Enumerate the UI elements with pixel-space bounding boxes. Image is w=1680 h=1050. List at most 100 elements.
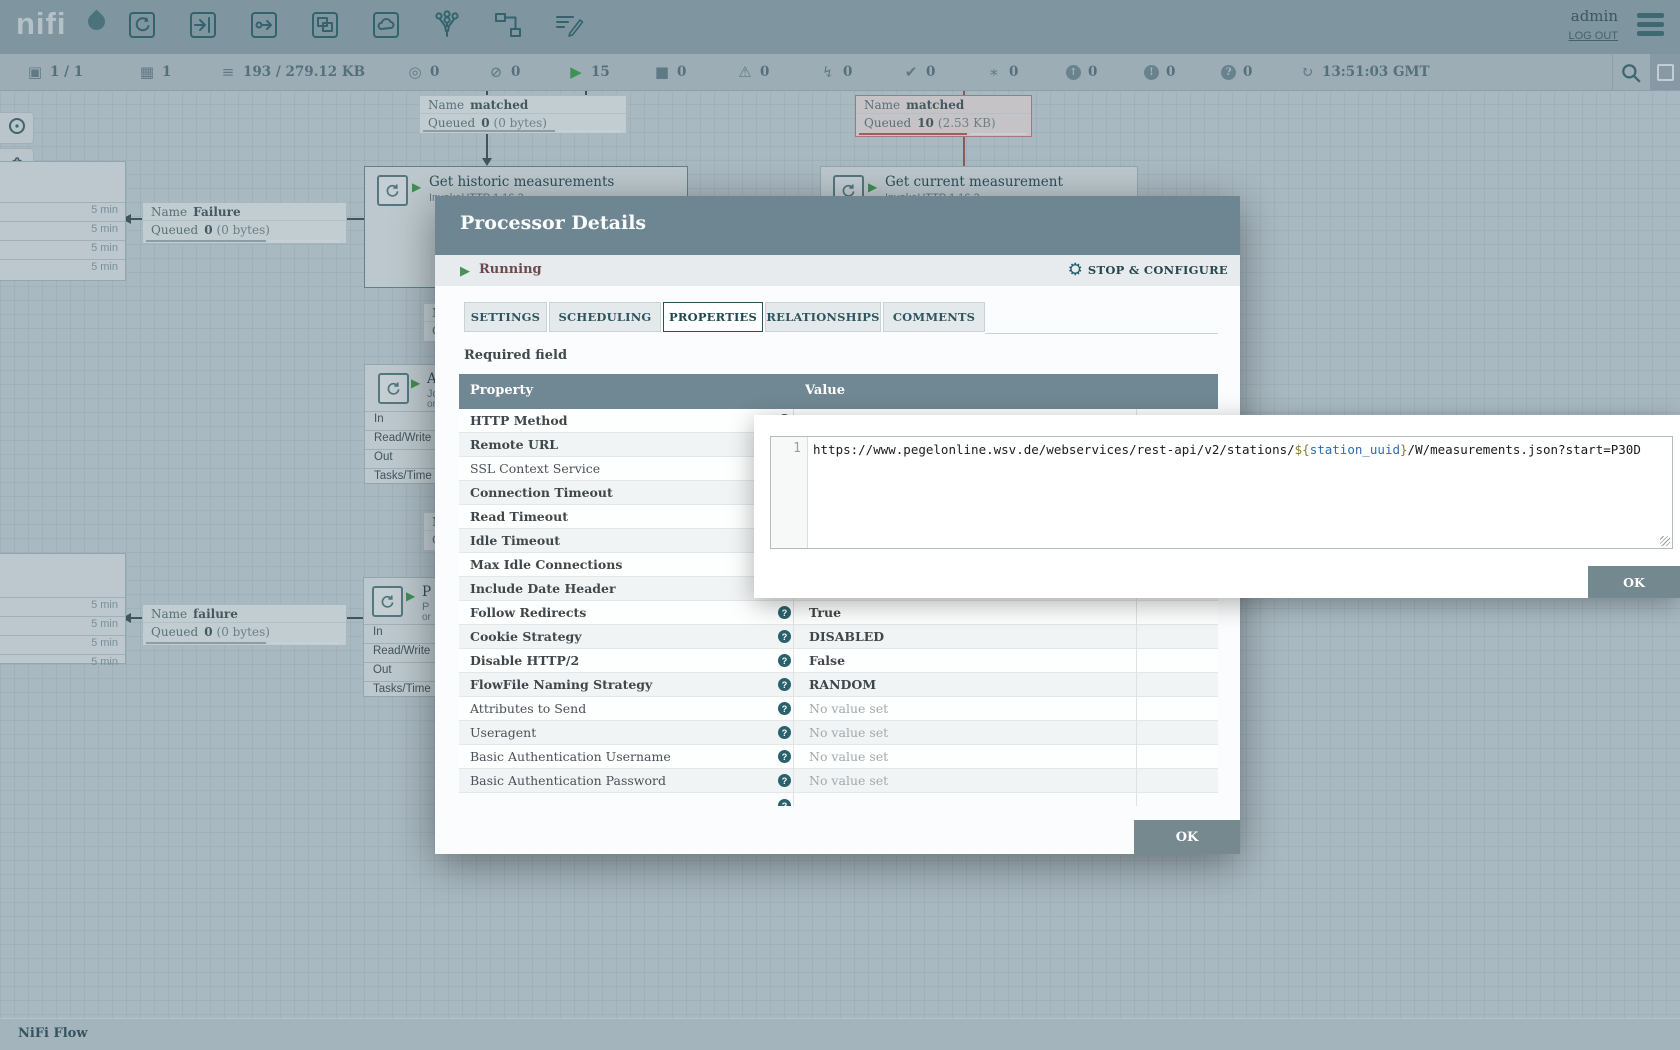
output-port-icon[interactable] <box>247 9 281 41</box>
connection-label-matched[interactable]: Namematched Queued0(0 bytes) <box>419 95 627 134</box>
flow-status-panel-button[interactable] <box>1650 54 1680 90</box>
table-row: Disable HTTP/2? False <box>459 649 1218 673</box>
stat-window-label: 5 min <box>0 616 125 635</box>
nifi-logo: nifi <box>16 6 67 42</box>
connection-label-failure[interactable]: NameFailure Queued0(0 bytes) <box>142 202 347 244</box>
processor-partial[interactable]: 5 min5 min5 min5 min <box>0 553 126 664</box>
help-icon[interactable]: ? <box>778 726 791 739</box>
property-value: No value set <box>809 701 888 716</box>
help-icon[interactable]: ? <box>778 654 791 667</box>
required-field-note: Required field <box>464 348 567 363</box>
line-number-gutter: 1 <box>771 437 808 548</box>
help-icon[interactable]: ? <box>778 750 791 763</box>
dialog-status-bar: ▶ Running ⚙ STOP & CONFIGURE <box>435 255 1240 286</box>
help-icon[interactable]: ? <box>778 702 791 715</box>
expression-parameter: station_uuid <box>1310 442 1400 457</box>
property-name: Include Date Header <box>470 581 616 596</box>
search-icon[interactable] <box>1620 62 1642 84</box>
running-icon: ▶ <box>411 376 420 390</box>
remote-url-value[interactable]: https://www.pegelonline.wsv.de/webservic… <box>813 442 1641 457</box>
help-icon[interactable]: ? <box>778 678 791 691</box>
processor-stats: 5 min5 min5 min5 min <box>0 202 125 278</box>
help-icon[interactable]: ? <box>778 630 791 643</box>
property-name: Read Timeout <box>470 509 568 524</box>
gear-icon: ⚙ <box>1068 260 1083 280</box>
url-text: } <box>1400 442 1408 457</box>
breadcrumb[interactable]: NiFi Flow <box>18 1026 88 1041</box>
logout-link[interactable]: LOG OUT <box>1568 30 1618 42</box>
stale-icon: ↑ <box>1066 65 1081 80</box>
editor-ok-button[interactable]: OK <box>1588 566 1680 598</box>
property-name: Attributes to Send <box>470 701 586 716</box>
funnel-icon[interactable] <box>430 9 464 41</box>
tab-relationships[interactable]: RELATIONSHIPS <box>765 302 881 332</box>
refresh-icon: ↻ <box>1299 63 1315 81</box>
property-name: Disable HTTP/2 <box>470 653 579 668</box>
table-row: Useragent?No value set <box>459 721 1218 745</box>
stat-window-label: 5 min <box>0 202 125 221</box>
not-transmitting-icon: ⊘ <box>488 63 504 81</box>
cubes-icon: ▣ <box>27 63 43 81</box>
processor-icon[interactable] <box>125 9 159 41</box>
table-row: Cookie Strategy? DISABLED <box>459 625 1218 649</box>
property-value: No value set <box>809 749 888 764</box>
status-list-count: ≡193 / 279.12 KB <box>220 54 365 90</box>
property-name: HTTP Method <box>470 413 567 428</box>
processor-stats: 5 min5 min5 min5 min <box>0 597 125 673</box>
label-icon[interactable] <box>552 9 586 41</box>
property-name: Follow Redirects <box>470 605 586 620</box>
resize-handle-icon[interactable] <box>1660 536 1670 546</box>
property-value: No value set <box>809 773 888 788</box>
global-menu-icon[interactable] <box>1637 13 1664 40</box>
property-name: Connection Timeout <box>470 485 613 500</box>
tab-properties[interactable]: PROPERTIES <box>663 302 763 332</box>
help-icon[interactable]: ? <box>778 606 791 619</box>
property-value: No value set <box>809 725 888 740</box>
property-name: Basic Authentication Username <box>470 749 671 764</box>
running-icon: ▶ <box>406 589 415 603</box>
status-invalid-count: ⚠0 <box>737 54 769 90</box>
navigate-palette-button[interactable] <box>0 112 34 144</box>
dialog-ok-button[interactable]: OK <box>1134 820 1240 854</box>
value-editor-textarea[interactable]: 1 https://www.pegelonline.wsv.de/webserv… <box>770 436 1673 549</box>
stat-window-label: 5 min <box>0 654 125 673</box>
nifi-drop-icon <box>84 9 108 33</box>
locally-modified-stale-icon: ! <box>1144 65 1159 80</box>
remote-process-group-icon[interactable] <box>369 9 403 41</box>
property-value: False <box>809 653 845 668</box>
dialog-title: Processor Details <box>460 212 646 234</box>
property-name: Cookie Strategy <box>470 629 582 644</box>
connection-label-failure[interactable]: Namefailure Queued0(0 bytes) <box>142 604 347 646</box>
disabled-icon: ↯ <box>820 63 836 81</box>
stopped-icon: ■ <box>654 63 670 81</box>
tab-comments[interactable]: COMMENTS <box>883 302 985 332</box>
tab-settings[interactable]: SETTINGS <box>464 302 547 332</box>
tab-scheduling[interactable]: SCHEDULING <box>549 302 661 332</box>
connection-label-matched-alert[interactable]: Namematched Queued10(2.53 KB) <box>855 95 1032 137</box>
user-area: admin LOG OUT <box>1568 7 1618 42</box>
breadcrumb-bar: NiFi Flow <box>0 1018 1680 1050</box>
help-icon[interactable]: ? <box>778 774 791 787</box>
dialog-tabs: SETTINGSSCHEDULINGPROPERTIESRELATIONSHIP… <box>464 302 985 332</box>
line-number: 1 <box>793 441 801 456</box>
running-icon: ▶ <box>568 63 584 81</box>
grid-icon: ▦ <box>139 63 155 81</box>
status-refresh-count[interactable]: ↻13:51:03 GMT <box>1299 54 1430 90</box>
processor-partial[interactable]: 5 min5 min5 min5 min <box>0 161 126 281</box>
dialog-header: Processor Details <box>435 196 1240 255</box>
divider <box>1612 54 1613 90</box>
status-locally-modified-count: ∗0 <box>986 54 1018 90</box>
stop-and-configure-button[interactable]: ⚙ STOP & CONFIGURE <box>1068 260 1228 280</box>
status-locally-modified-stale-count: !0 <box>1144 54 1175 90</box>
process-group-icon[interactable] <box>308 9 342 41</box>
current-user: admin <box>1568 7 1618 25</box>
input-port-icon[interactable] <box>186 9 220 41</box>
help-icon[interactable]: ? <box>778 799 791 806</box>
table-row: Follow Redirects? True <box>459 601 1218 625</box>
template-icon[interactable] <box>491 9 525 41</box>
status-cubes-count: ▣1 / 1 <box>27 54 83 90</box>
property-value: RANDOM <box>809 677 876 692</box>
property-value: True <box>809 605 841 620</box>
property-name: Remote URL <box>470 437 558 452</box>
property-value: DISABLED <box>809 629 884 644</box>
